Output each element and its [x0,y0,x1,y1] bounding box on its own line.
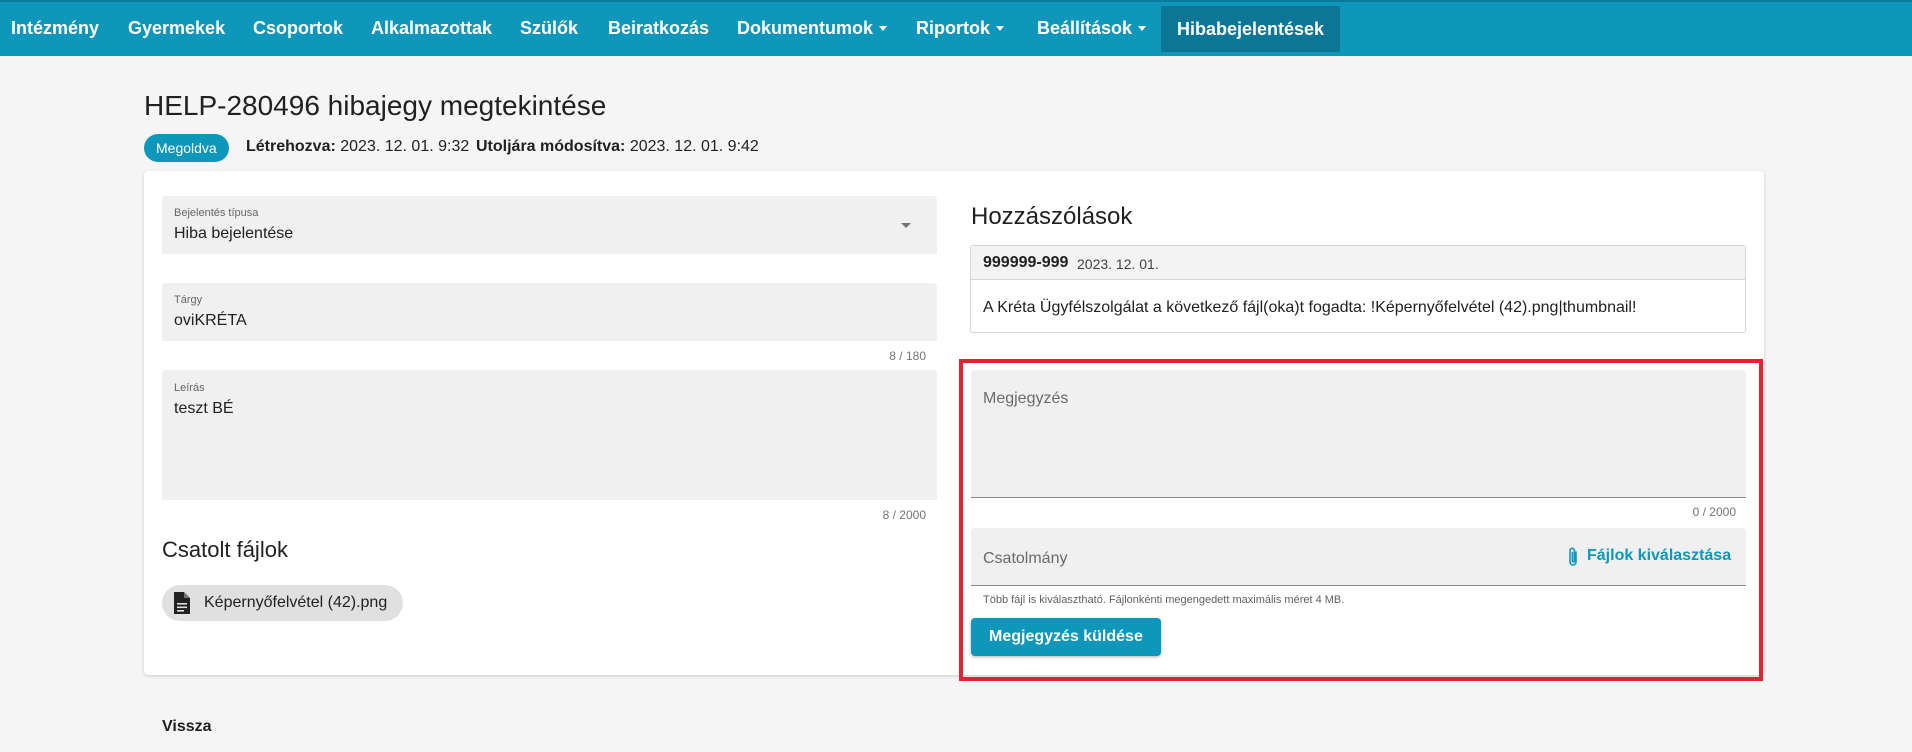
nav-item-alkalmazottak[interactable]: Alkalmazottak [371,2,492,56]
modified-label: Utoljára módosítva: [476,138,626,155]
chevron-down-icon [1138,26,1147,31]
nav-item-hibabejelentesek[interactable]: Hibabejelentések [1161,6,1341,52]
choose-files-button[interactable]: Fájlok kiválasztása [1561,542,1731,570]
modified-info: Utoljára módosítva: 2023. 12. 01. 9:42 [476,138,759,156]
nav-item-gyermekek[interactable]: Gyermekek [128,2,225,56]
nav-item-beiratkozas[interactable]: Beiratkozás [608,2,709,56]
comment-author: 999999-999 [983,254,1069,271]
created-info: Létrehozva: 2023. 12. 01. 9:32 [246,138,469,156]
type-value: Hiba bejelentése [174,225,294,242]
type-label: Bejelentés típusa [174,207,259,219]
chevron-down-icon [879,26,888,31]
description-counter: 8 / 2000 [882,508,926,522]
nav-item-intezmeny[interactable]: Intézmény [11,2,99,56]
note-textarea[interactable]: Megjegyzés [971,370,1746,498]
subject-field[interactable]: Tárgy oviKRÉTA [162,283,937,341]
note-counter: 0 / 2000 [1692,505,1736,519]
nav-item-beallitasok[interactable]: Beállítások [1037,2,1147,56]
page-title: HELP-280496 hibajegy megtekintése [144,90,607,121]
comment-header: 999999-999 2023. 12. 01. [971,246,1745,280]
description-field[interactable]: Leírás teszt BÉ [162,370,937,500]
chevron-down-icon [996,26,1004,31]
paperclip-icon [1569,547,1577,566]
attachment-input: Csatolmány Fájlok kiválasztása [971,528,1746,586]
modified-value: 2023. 12. 01. 9:42 [629,138,759,155]
description-value: teszt BÉ [174,400,234,417]
attachment-filename: Képernyőfelvétel (42).png [204,594,388,611]
dropdown-arrow-icon [901,223,911,228]
back-link[interactable]: Vissza [162,718,212,736]
description-label: Leírás [174,382,205,394]
attachment-label: Csatolmány [983,550,1068,567]
nav-item-csoportok[interactable]: Csoportok [253,2,343,56]
top-navigation: Intézmény Gyermekek Csoportok Alkalmazot… [0,0,1912,56]
nav-item-dokumentumok[interactable]: Dokumentumok [737,2,888,56]
send-note-button[interactable]: Megjegyzés küldése [971,618,1161,656]
comment-date: 2023. 12. 01. [1077,256,1159,272]
type-select[interactable]: Bejelentés típusa Hiba bejelentése [162,196,937,254]
nav-item-riportok[interactable]: Riportok [916,2,1004,56]
attachments-title: Csatolt fájlok [162,537,288,562]
subject-label: Tárgy [174,294,203,306]
document-icon [172,591,192,629]
subject-value: oviKRÉTA [174,312,247,329]
status-badge: Megoldva [144,134,229,162]
note-placeholder: Megjegyzés [983,390,1069,407]
comments-title: Hozzászólások [971,203,1133,230]
attachment-hint: Több fájl is kiválasztható. Fájlonkénti … [983,594,1345,606]
comment-item: 999999-999 2023. 12. 01. A Kréta Ügyféls… [970,245,1746,333]
created-value: 2023. 12. 01. 9:32 [340,138,470,155]
created-label: Létrehozva: [246,138,336,155]
nav-item-szulok[interactable]: Szülők [520,2,578,56]
comment-text: A Kréta Ügyfélszolgálat a következő fájl… [983,299,1637,316]
choose-files-label: Fájlok kiválasztása [1587,547,1732,564]
attachment-chip[interactable]: Képernyőfelvétel (42).png [162,585,404,621]
subject-counter: 8 / 180 [889,349,926,363]
